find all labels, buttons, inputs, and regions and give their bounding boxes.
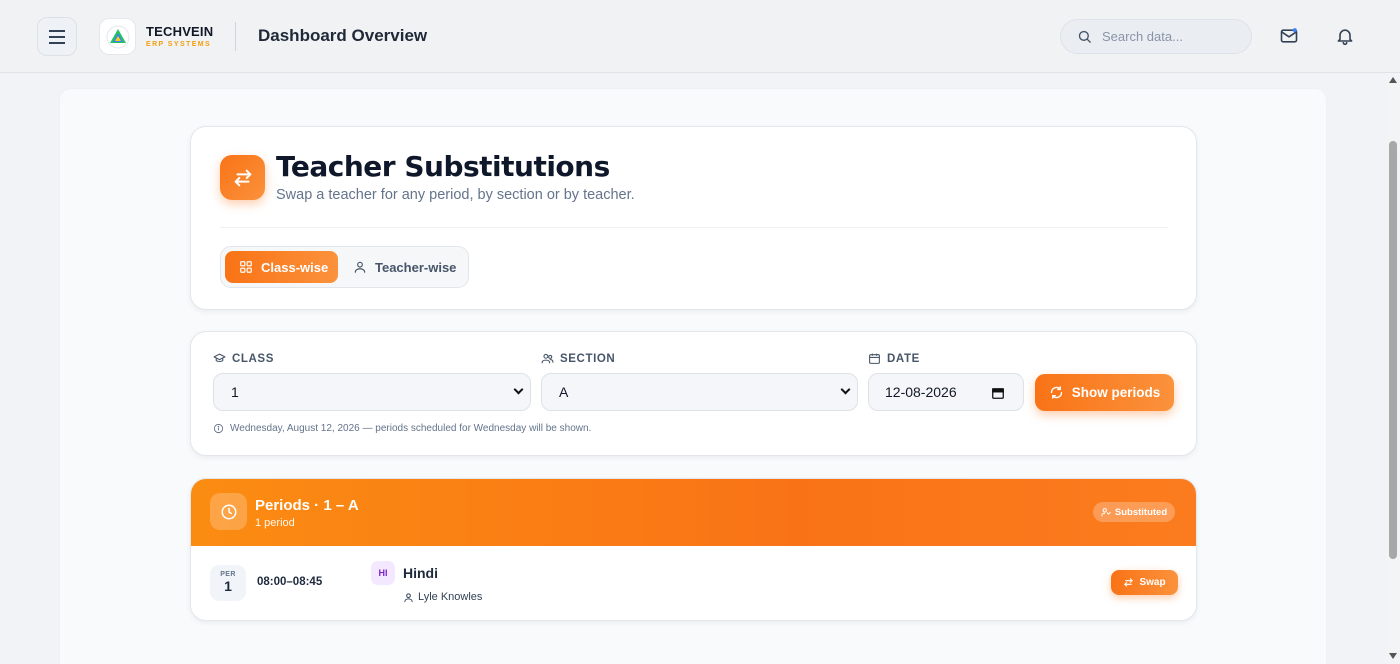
substituted-badge: Substituted — [1093, 502, 1175, 522]
filter-card: CLASS 1 SECTION A DATE 12-08-2026 Show p… — [190, 331, 1197, 456]
info-icon — [213, 423, 224, 434]
swap-button-label: Swap — [1139, 577, 1166, 588]
mode-toggle: Class-wise Teacher-wise — [220, 246, 469, 288]
section-label-text: SECTION — [560, 352, 616, 365]
swap-button[interactable]: Swap — [1111, 570, 1178, 595]
search-box[interactable] — [1060, 19, 1252, 54]
section-select[interactable]: A — [541, 373, 858, 411]
period-number: 1 — [224, 578, 232, 594]
section-label: SECTION — [541, 352, 615, 365]
users-icon — [541, 353, 554, 364]
scroll-up-arrow-icon[interactable] — [1389, 77, 1397, 83]
calendar-picker-icon[interactable] — [991, 386, 1005, 400]
chevron-down-icon — [840, 384, 851, 395]
section-title: Teacher Substitutions — [276, 150, 610, 183]
date-input[interactable]: 12-08-2026 — [868, 373, 1024, 411]
period-label: PER — [220, 571, 236, 578]
periods-count: 1 period — [255, 517, 295, 529]
substitutions-header-card: Teacher Substitutions Swap a teacher for… — [190, 126, 1197, 310]
periods-card: Periods · 1 – A 1 period Substituted PER… — [190, 478, 1197, 621]
page-title: Dashboard Overview — [258, 26, 428, 45]
menu-button[interactable] — [37, 17, 77, 56]
chevron-down-icon — [513, 384, 524, 395]
divider — [235, 22, 236, 51]
substituted-badge-label: Substituted — [1114, 506, 1168, 518]
user-icon — [404, 592, 413, 602]
user-swap-icon — [1101, 508, 1111, 517]
periods-title: Periods · 1 – A — [255, 497, 359, 514]
show-periods-button[interactable]: Show periods — [1035, 374, 1174, 411]
subject-badge: HI — [371, 561, 395, 585]
date-label-text: DATE — [887, 352, 920, 365]
search-icon — [1078, 30, 1091, 43]
tab-teacher-wise[interactable]: Teacher-wise — [351, 251, 463, 283]
brand-text: TECHVEIN ERP SYSTEMS — [146, 24, 213, 48]
tab-class-wise[interactable]: Class-wise — [225, 251, 338, 283]
period-row: PER 1 08:00–08:45 HI Hindi Lyle Knowles … — [191, 546, 1196, 620]
tab-teacher-wise-label: Teacher-wise — [375, 259, 457, 275]
subject-name: Hindi — [403, 565, 438, 581]
date-label: DATE — [868, 352, 920, 365]
date-info: Wednesday, August 12, 2026 — periods sch… — [213, 423, 591, 434]
date-input-value: 12-08-2026 — [885, 384, 957, 400]
bell-icon — [1337, 29, 1353, 46]
period-number-badge: PER 1 — [210, 565, 246, 601]
period-time: 08:00–08:45 — [257, 576, 323, 588]
teacher-name-text: Lyle Knowles — [418, 591, 483, 603]
mail-icon — [1280, 28, 1298, 43]
class-select-value: 1 — [231, 384, 239, 400]
brand-name: TECHVEIN — [146, 24, 214, 39]
refresh-icon — [1050, 386, 1062, 399]
teacher-name: Lyle Knowles — [403, 591, 482, 603]
tab-class-wise-label: Class-wise — [261, 259, 329, 275]
logo-icon — [106, 25, 129, 48]
clock-icon — [210, 493, 247, 530]
separator — [220, 227, 1168, 228]
swap-arrows-icon — [220, 155, 265, 200]
section-subtitle: Swap a teacher for any period, by sectio… — [276, 187, 635, 203]
search-input[interactable] — [1102, 29, 1242, 44]
menu-icon — [49, 29, 65, 44]
grid-icon — [240, 261, 252, 273]
scroll-down-arrow-icon[interactable] — [1389, 653, 1397, 659]
date-info-text: Wednesday, August 12, 2026 — periods sch… — [230, 423, 592, 434]
notifications-button[interactable] — [1334, 25, 1356, 47]
section-select-value: A — [559, 384, 569, 400]
show-periods-label: Show periods — [1071, 385, 1161, 400]
scroll-thumb[interactable] — [1389, 141, 1397, 559]
class-label: CLASS — [213, 352, 274, 365]
messages-button[interactable] — [1278, 25, 1300, 47]
scrollbar[interactable] — [1386, 73, 1400, 664]
graduation-cap-icon — [213, 353, 226, 363]
brand-tagline: ERP SYSTEMS — [146, 41, 212, 48]
calendar-icon — [869, 353, 880, 364]
swap-arrows-icon — [1124, 578, 1134, 587]
periods-header: Periods · 1 – A 1 period Substituted — [191, 479, 1196, 546]
top-bar: TECHVEIN ERP SYSTEMS Dashboard Overview — [0, 0, 1400, 73]
class-select[interactable]: 1 — [213, 373, 531, 411]
brand-logo[interactable] — [99, 18, 136, 55]
user-icon — [354, 261, 366, 273]
class-label-text: CLASS — [232, 352, 274, 365]
